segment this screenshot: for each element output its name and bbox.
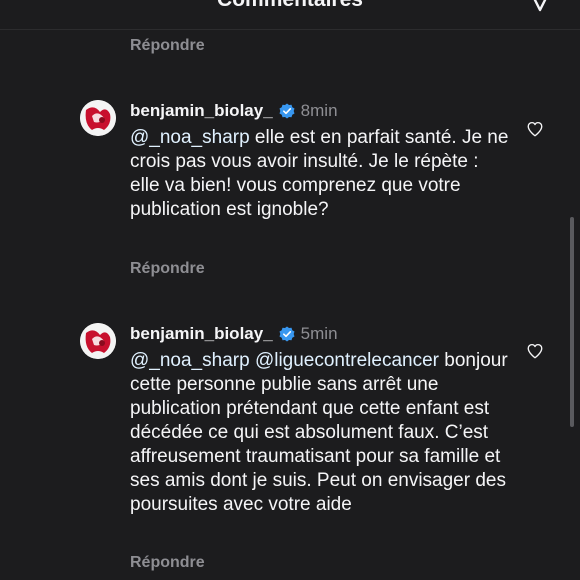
comment-time: 8min bbox=[300, 101, 338, 120]
comment-time: 5min bbox=[300, 324, 338, 343]
header-divider bbox=[0, 29, 580, 30]
filter-icon[interactable] bbox=[528, 0, 552, 12]
comment-text: @_noa_sharp @liguecontrelecancer bonjour… bbox=[130, 349, 510, 517]
heart-outline-icon[interactable] bbox=[526, 120, 544, 138]
verified-badge-icon bbox=[279, 103, 295, 119]
reply-button[interactable]: Répondre bbox=[130, 260, 205, 278]
username[interactable]: benjamin_biolay_ bbox=[130, 101, 273, 121]
username[interactable]: benjamin_biolay_ bbox=[130, 324, 273, 344]
comments-header: Commentaires bbox=[0, 0, 580, 30]
heart-outline-icon[interactable] bbox=[526, 342, 544, 360]
comment-text: @_noa_sharp elle est en parfait santé. J… bbox=[130, 126, 510, 222]
comment-meta: benjamin_biolay_ 5min bbox=[130, 323, 338, 345]
reply-button[interactable]: Répondre bbox=[130, 37, 205, 55]
scrollbar[interactable] bbox=[570, 217, 574, 427]
mention-link[interactable]: @liguecontrelecancer bbox=[255, 350, 439, 371]
reply-button[interactable]: Répondre bbox=[130, 554, 205, 572]
comment-body: bonjour cette personne publie sans arrêt… bbox=[130, 350, 508, 515]
page-title: Commentaires bbox=[0, 0, 580, 14]
comment-meta: benjamin_biolay_ 8min bbox=[130, 100, 338, 122]
avatar[interactable] bbox=[80, 100, 116, 136]
mention-link[interactable]: @_noa_sharp bbox=[130, 127, 250, 148]
verified-badge-icon bbox=[279, 326, 295, 342]
avatar[interactable] bbox=[80, 323, 116, 359]
mention-link[interactable]: @_noa_sharp bbox=[130, 350, 250, 371]
